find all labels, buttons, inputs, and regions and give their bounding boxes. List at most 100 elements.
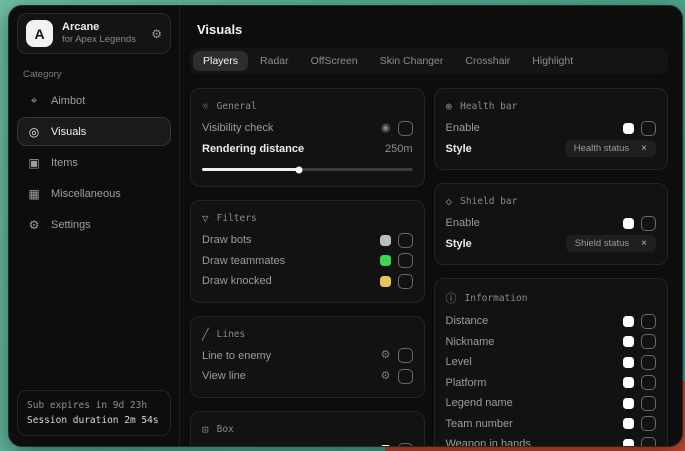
- row-label: Draw bots: [202, 234, 252, 246]
- tab-crosshair[interactable]: Crosshair: [455, 51, 520, 71]
- row-enable: Enable: [202, 441, 413, 447]
- row-label: Draw teammates: [202, 255, 285, 267]
- panel-information: ⓘInformationDistanceNicknameLevelPlatfor…: [434, 278, 669, 446]
- row-controls: [623, 121, 656, 136]
- color-swatch[interactable]: [623, 218, 634, 229]
- app-logo: A: [26, 20, 53, 47]
- sidebar-item-aimbot[interactable]: ⌖ Aimbot: [17, 86, 171, 115]
- color-swatch[interactable]: [380, 276, 391, 287]
- row-value: 250m: [385, 143, 413, 155]
- tab-highlight[interactable]: Highlight: [522, 51, 583, 71]
- checkbox[interactable]: [641, 396, 656, 411]
- color-swatch[interactable]: [623, 357, 634, 368]
- row-label: Style: [446, 238, 472, 250]
- gear-icon[interactable]: ⚙: [151, 27, 162, 41]
- shield-icon: ◇: [446, 195, 453, 208]
- tab-bar: PlayersRadarOffScreenSkin ChangerCrossha…: [190, 48, 668, 74]
- tab-players[interactable]: Players: [193, 51, 248, 71]
- panel-header-lines: ╱Lines: [202, 328, 413, 341]
- sidebar-item-label: Visuals: [51, 126, 86, 138]
- box-icon: ⊡: [202, 423, 209, 436]
- gear-icon: ⚙: [27, 218, 41, 232]
- sidebar-item-label: Aimbot: [51, 95, 85, 107]
- row-label: Enable: [446, 122, 480, 134]
- color-swatch[interactable]: [623, 316, 634, 327]
- eye-scan-icon: ◎: [27, 125, 41, 139]
- color-swatch[interactable]: [380, 235, 391, 246]
- close-icon[interactable]: ×: [641, 143, 647, 154]
- gear-icon[interactable]: ⚙: [381, 371, 391, 382]
- row-weapon-in-hands: Weapon in hands: [446, 434, 657, 446]
- color-swatch[interactable]: [380, 445, 391, 446]
- color-swatch[interactable]: [623, 418, 634, 429]
- row-controls: [623, 375, 656, 390]
- app-header-card: A Arcane for Apex Legends ⚙: [17, 13, 171, 54]
- checkbox[interactable]: [398, 233, 413, 248]
- row-controls: ◉: [381, 121, 413, 136]
- row-label: Level: [446, 356, 472, 368]
- row-controls: [623, 355, 656, 370]
- color-swatch[interactable]: [623, 398, 634, 409]
- app-subtitle: for Apex Legends: [62, 34, 136, 46]
- row-controls: [623, 396, 656, 411]
- rendering-distance-slider[interactable]: [202, 168, 413, 171]
- row-label: Rendering distance: [202, 143, 304, 155]
- checkbox[interactable]: [641, 375, 656, 390]
- row-label: Nickname: [446, 336, 495, 348]
- arcane-window: A Arcane for Apex Legends ⚙ Category ⌖Ai…: [8, 5, 683, 447]
- row-label: Enable: [202, 445, 236, 446]
- style-select-tag[interactable]: Health status×: [565, 140, 656, 157]
- checkbox[interactable]: [398, 348, 413, 363]
- row-nickname: Nickname: [446, 332, 657, 353]
- right-column: ⊕Health barEnableStyleHealth status×◇Shi…: [434, 88, 669, 446]
- tab-skin-changer[interactable]: Skin Changer: [370, 51, 454, 71]
- checkbox[interactable]: [641, 437, 656, 446]
- panel-header-box: ⊡Box: [202, 423, 413, 436]
- row-platform: Platform: [446, 373, 657, 394]
- sidebar-item-label: Settings: [51, 219, 91, 231]
- checkbox[interactable]: [641, 355, 656, 370]
- slider-thumb[interactable]: [295, 166, 302, 173]
- checkbox[interactable]: [641, 314, 656, 329]
- line-icon: ╱: [202, 328, 209, 341]
- panel-box: ⊡BoxEnableEnable background: [190, 411, 425, 447]
- sidebar-item-visuals[interactable]: ◎ Visuals: [17, 117, 171, 146]
- row-label: Visibility check: [202, 122, 273, 134]
- sidebar-item-label: Items: [51, 157, 78, 169]
- color-swatch[interactable]: [623, 377, 634, 388]
- row-line-to-enemy: Line to enemy⚙: [202, 346, 413, 367]
- panel-header-health-bar: ⊕Health bar: [446, 100, 657, 113]
- close-icon[interactable]: ×: [641, 238, 647, 249]
- checkbox[interactable]: [641, 334, 656, 349]
- crosshair-icon: ⌖: [27, 93, 41, 108]
- row-style: Style Shield status ×: [446, 234, 657, 255]
- gear-icon[interactable]: ⚙: [381, 350, 391, 361]
- row-controls: [380, 253, 413, 268]
- tab-offscreen[interactable]: OffScreen: [301, 51, 368, 71]
- sidebar-item-items[interactable]: ▣Items: [17, 148, 171, 177]
- checkbox[interactable]: [398, 369, 413, 384]
- sidebar-item-miscellaneous[interactable]: ▦Miscellaneous: [17, 179, 171, 208]
- eye-icon[interactable]: ◉: [381, 123, 391, 134]
- color-swatch[interactable]: [623, 336, 634, 347]
- row-style: StyleHealth status×: [446, 139, 657, 160]
- row-controls: [623, 314, 656, 329]
- color-swatch[interactable]: [623, 439, 634, 446]
- row-controls: Health status×: [565, 140, 656, 157]
- style-select-tag[interactable]: Shield status ×: [566, 235, 656, 252]
- tab-radar[interactable]: Radar: [250, 51, 299, 71]
- checkbox[interactable]: [641, 216, 656, 231]
- color-swatch[interactable]: [380, 255, 391, 266]
- tag-label: Shield status: [575, 238, 629, 249]
- sidebar-item-settings[interactable]: ⚙ Settings: [17, 210, 171, 239]
- row-label: Enable: [446, 217, 480, 229]
- row-label: Draw knocked: [202, 275, 272, 287]
- checkbox[interactable]: [398, 274, 413, 289]
- row-controls: Shield status ×: [566, 235, 656, 252]
- checkbox[interactable]: [641, 416, 656, 431]
- checkbox[interactable]: [398, 121, 413, 136]
- checkbox[interactable]: [398, 253, 413, 268]
- checkbox[interactable]: [398, 443, 413, 446]
- color-swatch[interactable]: [623, 123, 634, 134]
- checkbox[interactable]: [641, 121, 656, 136]
